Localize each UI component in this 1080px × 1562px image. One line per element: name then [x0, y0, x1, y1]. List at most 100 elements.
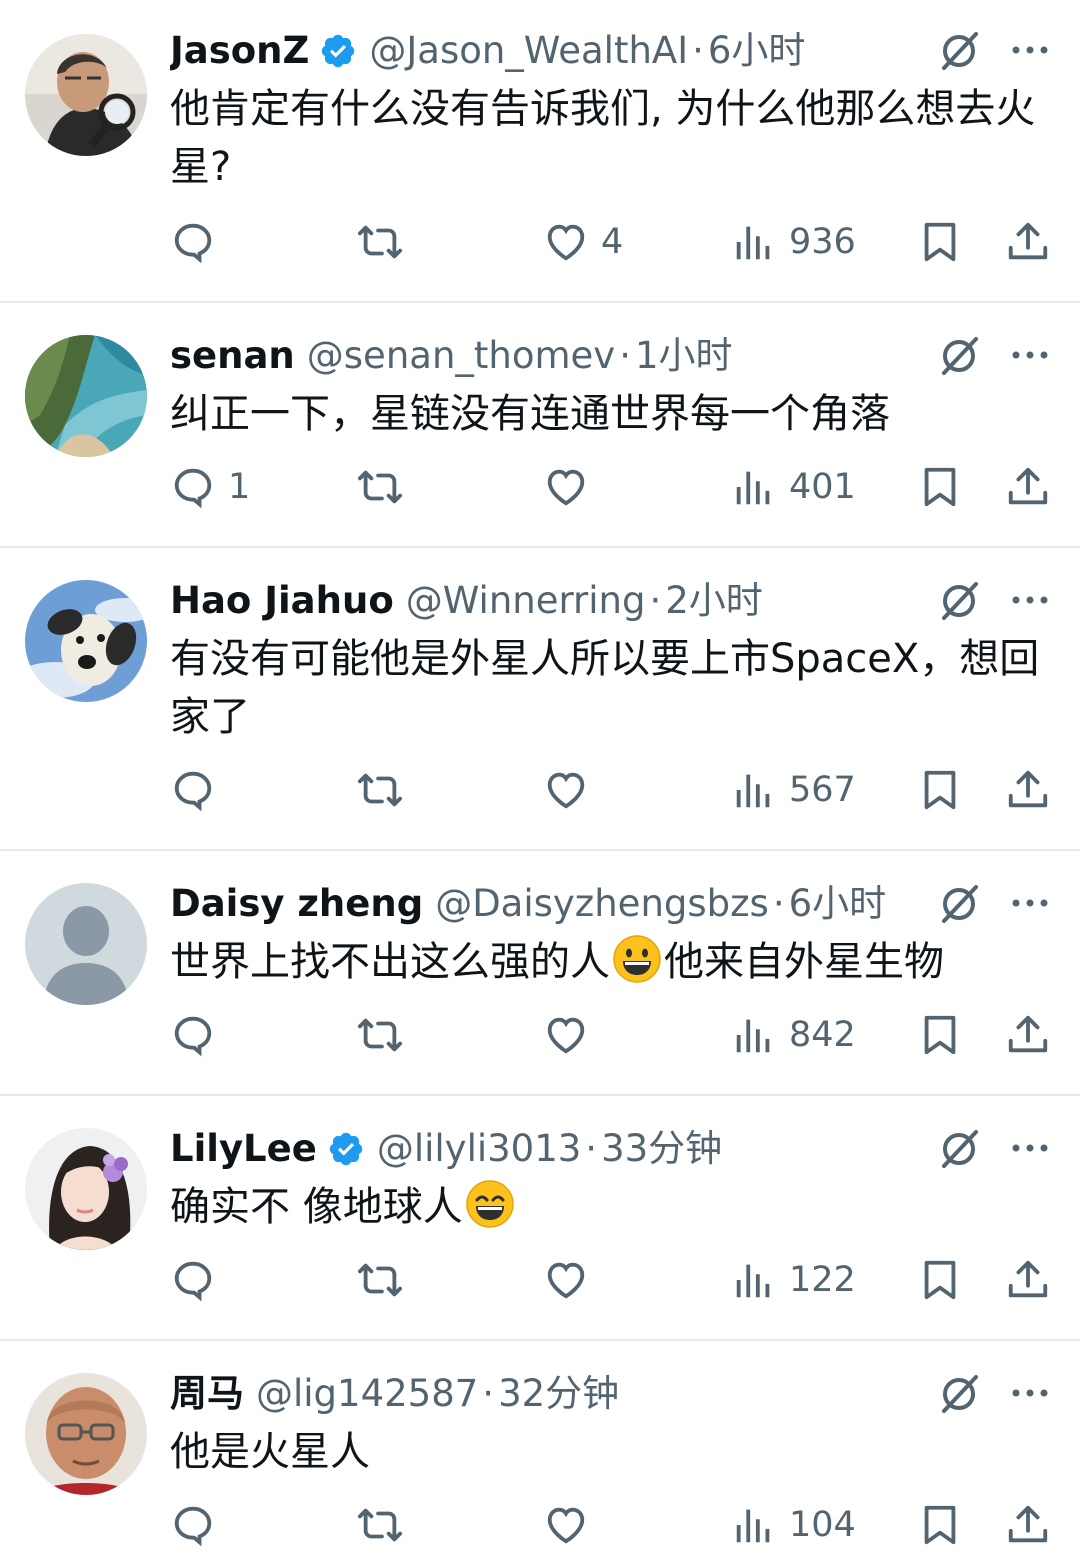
bookmark-button[interactable]	[917, 1010, 963, 1060]
repost-button[interactable]	[357, 217, 403, 267]
grok-icon[interactable]	[938, 28, 982, 72]
like-button[interactable]: 4	[543, 217, 623, 267]
repost-button[interactable]	[357, 765, 403, 815]
separator: ·	[482, 1372, 495, 1415]
display-name[interactable]: senan	[170, 331, 295, 381]
post-header: JasonZ @Jason_WealthAI · 6小时	[170, 26, 940, 76]
repost-button[interactable]	[357, 462, 403, 512]
grok-icon[interactable]	[938, 881, 982, 925]
like-button[interactable]	[543, 462, 601, 512]
post-header: senan @senan_thomev · 1小时	[170, 331, 940, 381]
post-text: 他肯定有什么没有告诉我们, 为什么他那么想去火星?	[170, 86, 1036, 190]
like-button[interactable]	[543, 1500, 601, 1550]
post[interactable]: Daisy zheng @Daisyzhengsbzs · 6小时 世界上找不出…	[0, 851, 1080, 1096]
timestamp[interactable]: 33分钟	[601, 1124, 722, 1174]
grok-icon[interactable]	[938, 333, 982, 377]
timestamp[interactable]: 32分钟	[498, 1369, 619, 1419]
avatar[interactable]	[25, 1128, 147, 1250]
more-icon[interactable]	[1008, 333, 1052, 377]
views-button[interactable]: 567	[731, 765, 856, 815]
share-button[interactable]	[1005, 1010, 1051, 1060]
share-button[interactable]	[1005, 217, 1051, 267]
like-button[interactable]	[543, 1010, 601, 1060]
bookmark-button[interactable]	[917, 217, 963, 267]
user-handle[interactable]: @lilyli3013	[377, 1124, 581, 1174]
repost-button[interactable]	[357, 1500, 403, 1550]
views-button[interactable]: 401	[731, 462, 856, 512]
share-button[interactable]	[1005, 462, 1051, 512]
more-icon[interactable]	[1008, 1371, 1052, 1415]
post[interactable]: 周马 @lig142587 · 32分钟 他是火星人 104	[0, 1341, 1080, 1562]
bookmark-button[interactable]	[917, 1500, 963, 1550]
more-icon[interactable]	[1008, 578, 1052, 622]
share-button[interactable]	[1005, 1255, 1051, 1305]
grinning-face-emoji	[612, 934, 662, 984]
like-button[interactable]	[543, 765, 601, 815]
avatar[interactable]	[25, 1373, 147, 1495]
display-name[interactable]: LilyLee	[170, 1124, 317, 1174]
post[interactable]: LilyLee @lilyli3013 · 33分钟 确实不 像地球人 122	[0, 1096, 1080, 1341]
user-handle[interactable]: @Jason_WealthAI	[369, 26, 688, 76]
reply-button[interactable]	[170, 1255, 228, 1305]
verified-badge-icon	[327, 1130, 365, 1168]
bookmark-button[interactable]	[917, 765, 963, 815]
avatar[interactable]	[25, 883, 147, 1005]
views-button[interactable]: 936	[731, 217, 856, 267]
more-icon[interactable]	[1008, 881, 1052, 925]
grok-icon[interactable]	[938, 1126, 982, 1170]
verified-badge-icon	[319, 32, 357, 70]
more-icon[interactable]	[1008, 1126, 1052, 1170]
bookmark-button[interactable]	[917, 1255, 963, 1305]
repost-button[interactable]	[357, 1010, 403, 1060]
avatar[interactable]	[25, 34, 147, 156]
like-button[interactable]	[543, 1255, 601, 1305]
avatar[interactable]	[25, 580, 147, 702]
post-text: 确实不 像地球人	[170, 1178, 1060, 1236]
reply-feed: JasonZ @Jason_WealthAI · 6小时 他肯定有什么没有告诉我…	[0, 0, 1080, 1562]
separator: ·	[692, 29, 704, 72]
share-button[interactable]	[1005, 1500, 1051, 1550]
share-button[interactable]	[1005, 765, 1051, 815]
reply-button[interactable]	[170, 765, 228, 815]
timestamp[interactable]: 6小时	[789, 879, 887, 929]
display-name[interactable]: 周马	[170, 1369, 244, 1419]
action-bar: 122	[0, 1255, 1080, 1305]
post-header: Daisy zheng @Daisyzhengsbzs · 6小时	[170, 879, 940, 929]
post-text-part: 确实不 像地球人	[170, 1184, 463, 1230]
repost-button[interactable]	[357, 1255, 403, 1305]
avatar[interactable]	[25, 335, 147, 457]
post[interactable]: Hao Jiahuo @Winnerring · 2小时 有没有可能他是外星人所…	[0, 548, 1080, 851]
separator: ·	[772, 882, 785, 925]
user-handle[interactable]: @lig142587	[256, 1369, 478, 1419]
reply-button[interactable]	[170, 1500, 228, 1550]
reply-button[interactable]: 1	[170, 462, 250, 512]
views-button[interactable]: 104	[731, 1500, 856, 1550]
user-handle[interactable]: @senan_thomev	[307, 331, 615, 381]
grok-icon[interactable]	[938, 1371, 982, 1415]
views-button[interactable]: 842	[731, 1010, 856, 1060]
post[interactable]: senan @senan_thomev · 1小时 纠正一下，星链没有连通世界每…	[0, 303, 1080, 548]
separator: ·	[585, 1127, 598, 1170]
action-bar: 567	[0, 765, 1080, 815]
post-text: 世界上找不出这么强的人 他来自外星生物	[170, 933, 1060, 991]
views-button[interactable]: 122	[731, 1255, 856, 1305]
separator: ·	[649, 579, 662, 622]
timestamp[interactable]: 2小时	[665, 576, 763, 626]
bookmark-button[interactable]	[917, 462, 963, 512]
grok-icon[interactable]	[938, 578, 982, 622]
reply-button[interactable]	[170, 1010, 228, 1060]
action-bar: 1 401	[0, 462, 1080, 512]
action-bar: 4 936	[0, 217, 1080, 267]
post-text: 他是火星人	[170, 1429, 370, 1475]
display-name[interactable]: JasonZ	[170, 26, 309, 76]
more-icon[interactable]	[1008, 28, 1052, 72]
post-header: LilyLee @lilyli3013 · 33分钟	[170, 1124, 940, 1174]
user-handle[interactable]: @Daisyzhengsbzs	[435, 879, 769, 929]
display-name[interactable]: Hao Jiahuo	[170, 576, 394, 626]
user-handle[interactable]: @Winnerring	[406, 576, 646, 626]
display-name[interactable]: Daisy zheng	[170, 879, 423, 929]
timestamp[interactable]: 6小时	[708, 26, 806, 76]
post[interactable]: JasonZ @Jason_WealthAI · 6小时 他肯定有什么没有告诉我…	[0, 0, 1080, 303]
reply-button[interactable]	[170, 217, 228, 267]
timestamp[interactable]: 1小时	[635, 331, 733, 381]
